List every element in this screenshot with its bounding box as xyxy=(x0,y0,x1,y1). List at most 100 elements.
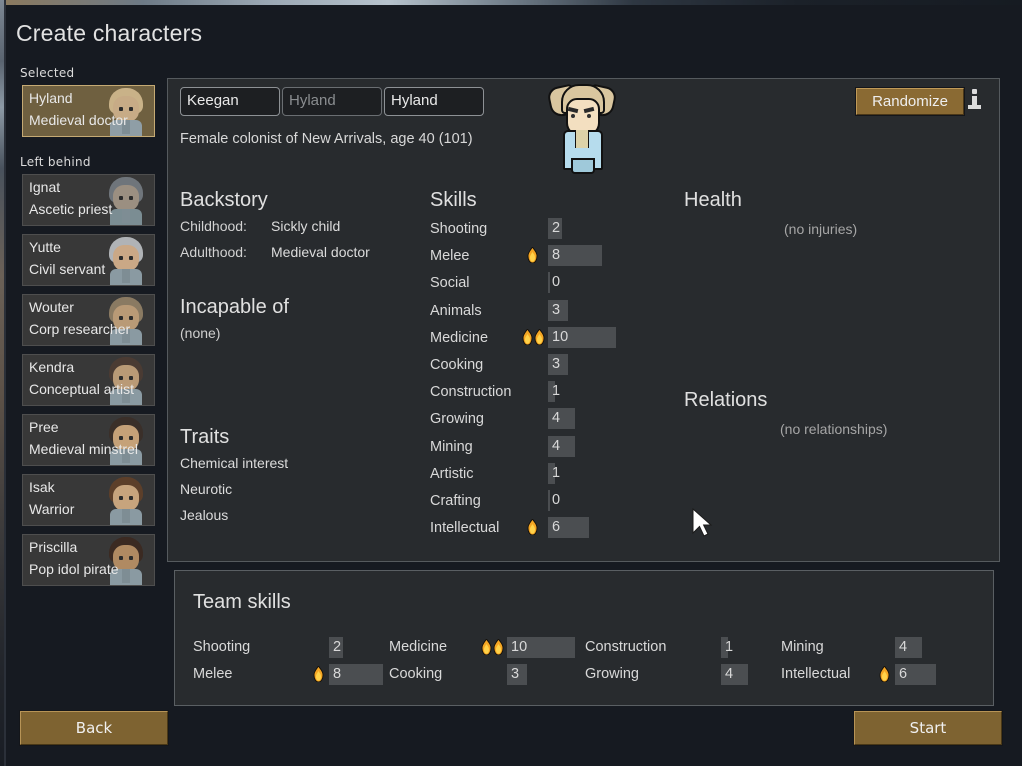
character-portrait xyxy=(546,83,618,174)
team-skill-row-growing: Growing 4 xyxy=(585,664,775,686)
start-button[interactable]: Start xyxy=(853,710,1003,746)
skill-name: Growing xyxy=(430,411,484,428)
team-skill-value: 3 xyxy=(511,666,520,682)
pawn-portrait xyxy=(100,535,152,585)
adulthood-value[interactable]: Medieval doctor xyxy=(271,244,370,260)
team-skill-name: Cooking xyxy=(389,666,443,682)
passion-flame-icon xyxy=(527,247,538,264)
pawn-title: Medieval minstrel xyxy=(29,441,138,457)
team-skill-row-mining: Mining 4 xyxy=(781,637,971,659)
pawn-title: Corp researcher xyxy=(29,321,131,337)
skill-name: Mining xyxy=(430,438,473,455)
trait-item[interactable]: Chemical interest xyxy=(180,455,288,471)
create-characters-screen: Create characters Selected Left behind H… xyxy=(0,0,1022,766)
pawn-name: Isak xyxy=(29,479,55,495)
pawn-card-ignat[interactable]: Ignat Ascetic priest xyxy=(22,174,155,226)
pawn-card-wouter[interactable]: Wouter Corp researcher xyxy=(22,294,155,346)
pawn-name: Pree xyxy=(29,419,59,435)
pawn-name: Wouter xyxy=(29,299,74,315)
passion-flame-icon xyxy=(522,328,533,345)
passion-flame-icon xyxy=(879,666,890,682)
team-skill-value: 4 xyxy=(725,666,734,682)
pawn-portrait-wrap xyxy=(100,415,152,465)
skill-name: Melee xyxy=(430,248,470,265)
skill-bar xyxy=(548,272,550,294)
pawn-portrait-wrap xyxy=(100,475,152,525)
pawn-title: Conceptual artist xyxy=(29,381,135,397)
pawn-portrait-wrap xyxy=(100,86,152,136)
trait-item[interactable]: Jealous xyxy=(180,507,228,523)
pawn-card-isak[interactable]: Isak Warrior xyxy=(22,474,155,526)
pawn-portrait-wrap xyxy=(100,235,152,285)
relations-header: Relations xyxy=(684,389,768,411)
pawn-name: Kendra xyxy=(29,359,75,375)
incapable-header: Incapable of xyxy=(180,296,289,318)
team-skill-name: Shooting xyxy=(193,639,251,655)
nickname-input[interactable]: Hyland xyxy=(282,87,382,116)
selected-section-label: Selected xyxy=(20,66,75,80)
first-name-input[interactable]: Keegan xyxy=(180,87,280,116)
team-skill-value: 1 xyxy=(725,639,734,655)
team-skill-name: Medicine xyxy=(389,639,448,655)
pawn-portrait xyxy=(100,235,152,285)
skill-name: Artistic xyxy=(430,465,474,482)
pawn-card-priscilla[interactable]: Priscilla Pop idol pirate xyxy=(22,534,155,586)
last-name-input[interactable]: Hyland xyxy=(384,87,484,116)
passion-flame-icon xyxy=(527,519,538,536)
pawn-portrait-wrap xyxy=(100,175,152,225)
back-button[interactable]: Back xyxy=(19,710,169,746)
info-icon[interactable] xyxy=(968,89,982,111)
team-skill-value: 6 xyxy=(899,666,908,682)
skill-name: Social xyxy=(430,275,470,292)
pawn-title: Civil servant xyxy=(29,261,106,277)
team-skill-row-cooking: Cooking 3 xyxy=(389,664,579,686)
adulthood-label: Adulthood: xyxy=(180,244,247,260)
background-strip-left xyxy=(0,0,6,766)
team-skill-value: 8 xyxy=(333,666,342,682)
trait-item[interactable]: Neurotic xyxy=(180,481,232,497)
left-behind-section-label: Left behind xyxy=(20,155,91,169)
pawn-card-pree[interactable]: Pree Medieval minstrel xyxy=(22,414,155,466)
skill-name: Medicine xyxy=(430,329,489,346)
pawn-portrait-wrap xyxy=(100,355,152,405)
pawn-title: Warrior xyxy=(29,501,75,517)
passion-flame-icon xyxy=(481,639,492,655)
pawn-portrait xyxy=(100,175,152,225)
skills-header: Skills xyxy=(430,189,477,211)
skill-value: 8 xyxy=(552,247,561,264)
passion-flame-icon xyxy=(493,639,504,655)
skill-name: Intellectual xyxy=(430,520,500,537)
team-skill-name: Mining xyxy=(781,639,824,655)
skill-name: Animals xyxy=(430,302,482,319)
team-skill-row-shooting: Shooting 2 xyxy=(193,637,383,659)
skill-value: 4 xyxy=(552,410,561,427)
team-skill-row-construction: Construction 1 xyxy=(585,637,775,659)
pawn-name: Ignat xyxy=(29,179,61,195)
skill-name: Construction xyxy=(430,384,512,401)
randomize-button[interactable]: Randomize xyxy=(855,87,965,116)
pawn-card-hyland[interactable]: Hyland Medieval doctor xyxy=(22,85,155,137)
skill-value: 2 xyxy=(552,220,561,236)
health-header: Health xyxy=(684,189,742,211)
pawn-portrait-wrap xyxy=(100,535,152,585)
background-strip-top xyxy=(0,0,1022,5)
backstory-header: Backstory xyxy=(180,189,268,211)
skill-value: 3 xyxy=(552,301,561,318)
pawn-portrait xyxy=(100,355,152,405)
skill-name: Crafting xyxy=(430,493,481,509)
team-skill-value: 2 xyxy=(333,639,342,655)
pawn-card-kendra[interactable]: Kendra Conceptual artist xyxy=(22,354,155,406)
skill-value: 0 xyxy=(552,274,561,291)
pawn-title: Medieval doctor xyxy=(29,112,128,128)
pawn-card-yutte[interactable]: Yutte Civil servant xyxy=(22,234,155,286)
relations-value: (no relationships) xyxy=(780,421,888,437)
skill-bar xyxy=(548,490,550,511)
skill-name: Shooting xyxy=(430,221,488,237)
team-skill-name: Melee xyxy=(193,666,233,682)
pawn-name: Hyland xyxy=(29,90,73,106)
health-value: (no injuries) xyxy=(784,221,858,237)
team-skill-row-melee: Melee 8 xyxy=(193,664,384,686)
skill-value: 4 xyxy=(552,437,561,454)
traits-header: Traits xyxy=(180,426,230,448)
childhood-value[interactable]: Sickly child xyxy=(271,218,340,234)
